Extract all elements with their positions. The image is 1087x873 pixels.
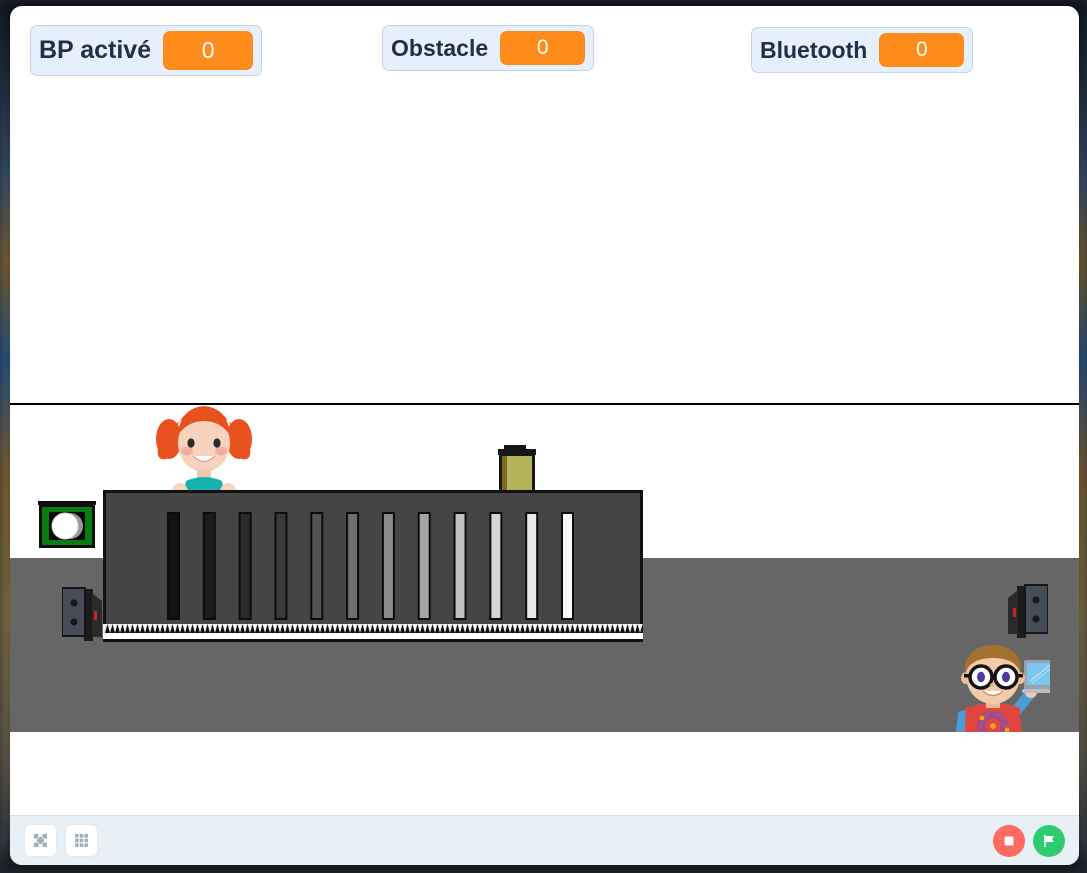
sprite-girl[interactable] [156, 393, 252, 503]
monitor-bp-active[interactable]: BP activé 0 [30, 25, 263, 76]
monitor-bluetooth-value: 0 [879, 33, 965, 67]
monitor-bluetooth-label: Bluetooth [760, 36, 868, 63]
monitor-bp-active-label: BP activé [39, 36, 152, 64]
sprite-gate-barrier[interactable] [103, 490, 645, 642]
sprite-bin[interactable] [496, 445, 538, 494]
monitor-obstacle-value: 0 [500, 31, 586, 65]
stage-sky [10, 82, 1079, 404]
sprite-sensor-sign[interactable] [38, 498, 100, 550]
toolbar-left-group [24, 824, 98, 857]
stage-canvas[interactable] [10, 82, 1079, 732]
green-flag-icon [1044, 834, 1054, 847]
scratch-player-window: BP activé 0 Obstacle 0 Bluetooth 0 [10, 6, 1079, 865]
sprite-boy[interactable] [940, 634, 1072, 732]
small-stage-button[interactable] [24, 824, 57, 857]
sprite-post-left[interactable] [58, 585, 104, 643]
full-screen-button[interactable] [65, 824, 98, 857]
green-flag-button[interactable] [1033, 824, 1065, 857]
toolbar-right-group [993, 824, 1065, 857]
shrink-icon [34, 834, 47, 847]
monitor-bp-active-value: 0 [163, 31, 254, 70]
monitor-obstacle[interactable]: Obstacle 0 [382, 25, 595, 71]
sprite-post-right[interactable] [1006, 582, 1052, 640]
stage-lower-white-area [10, 732, 1079, 805]
stage-area[interactable] [10, 82, 1079, 805]
monitor-bluetooth[interactable]: Bluetooth 0 [751, 27, 974, 73]
stop-icon [1004, 836, 1014, 845]
stage-monitors: BP activé 0 Obstacle 0 Bluetooth 0 [10, 6, 1079, 92]
grid-icon [75, 834, 88, 847]
stop-button[interactable] [993, 824, 1025, 857]
monitor-obstacle-label: Obstacle [391, 34, 489, 61]
player-toolbar [10, 815, 1079, 865]
